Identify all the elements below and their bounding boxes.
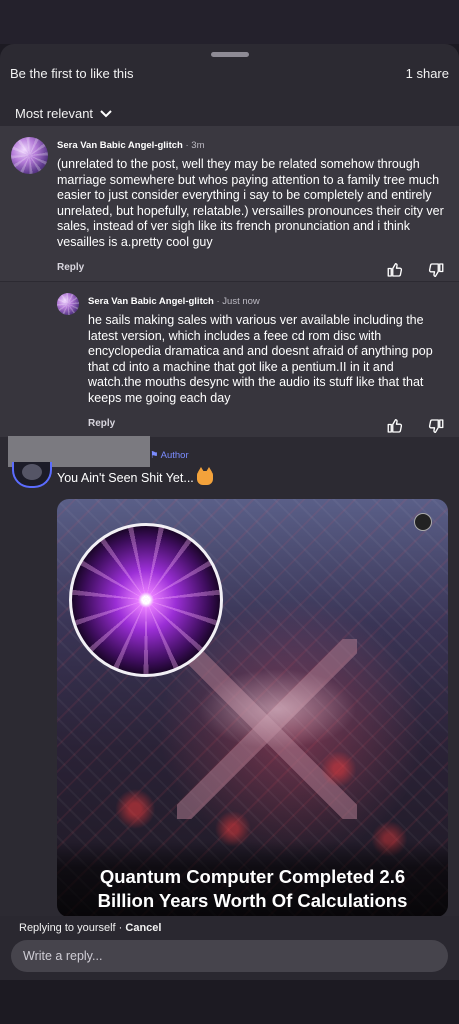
comment-author[interactable]: Sera Van Babic Angel-glitch · 3m [57, 140, 204, 151]
avatar[interactable] [11, 137, 48, 174]
replying-text: Replying to yourself [19, 922, 116, 934]
author-name: Sera Van Babic Angel-glitch [57, 140, 183, 151]
comment-time: 3m [191, 140, 205, 151]
replying-to-label: Replying to yourself · Cancel [19, 922, 161, 934]
attached-image[interactable]: Quantum Computer Completed 2.6 Billion Y… [57, 499, 448, 917]
likes-text[interactable]: Be the first to like this [10, 66, 134, 81]
avatar[interactable] [12, 462, 52, 488]
author-badge: ⚑ Author [150, 450, 189, 461]
comment-author[interactable]: Sera Van Babic Angel-glitch · Just now [88, 296, 260, 307]
reaction-summary-row: Be the first to like this 1 share [10, 66, 449, 86]
drag-handle[interactable] [211, 52, 249, 57]
reply-button[interactable]: Reply [88, 418, 115, 429]
comment-text: he sails making sales with various ver a… [88, 313, 433, 405]
comments-sheet: Be the first to like this 1 share Most r… [0, 44, 459, 980]
author-name: Sera Van Babic Angel-glitch [88, 296, 214, 307]
thumbs-down-icon [428, 419, 444, 433]
thumbs-down-icon [428, 263, 444, 277]
comment-text: (unrelated to the post, well they may be… [57, 157, 444, 249]
reply-composer: Replying to yourself · Cancel [0, 916, 459, 980]
dislike-button[interactable] [427, 417, 445, 435]
image-inset-circle [69, 523, 223, 677]
image-caption: Quantum Computer Completed 2.6 Billion Y… [57, 841, 448, 917]
reply-button[interactable]: Reply [57, 262, 84, 273]
scared-cat-emoji-icon [196, 467, 213, 485]
sort-label: Most relevant [15, 106, 94, 121]
dislike-button[interactable] [427, 261, 445, 279]
comment-item: Sera Van Babic Angel-glitch · 3m (unrela… [0, 126, 459, 281]
like-button[interactable] [386, 261, 404, 279]
thumbs-up-icon [387, 263, 403, 277]
image-caption-line: Billion Years Worth Of Calculations [97, 890, 408, 911]
reply-input[interactable] [11, 940, 448, 972]
reply-item: Sera Van Babic Angel-glitch · Just now h… [0, 282, 459, 437]
separator: · [115, 922, 126, 934]
author-badge-label: Author [160, 450, 189, 461]
image-caption-line: Quantum Computer Completed 2.6 [99, 866, 406, 887]
author-comment: You Ain't Seen Shit Yet... [57, 467, 213, 485]
shares-count[interactable]: 1 share [406, 66, 449, 81]
avatar[interactable] [57, 293, 79, 315]
background-dim-bottom [0, 980, 459, 1024]
watermark-logo-icon [414, 513, 432, 531]
thumbs-up-icon [387, 419, 403, 433]
author-comment-text: You Ain't Seen Shit Yet... [57, 471, 194, 485]
chevron-down-icon [100, 109, 112, 117]
sort-dropdown[interactable]: Most relevant [15, 106, 113, 121]
like-button[interactable] [386, 417, 404, 435]
cancel-button[interactable]: Cancel [125, 922, 161, 934]
background-dim-top [0, 0, 459, 44]
comment-time: Just now [222, 296, 260, 307]
